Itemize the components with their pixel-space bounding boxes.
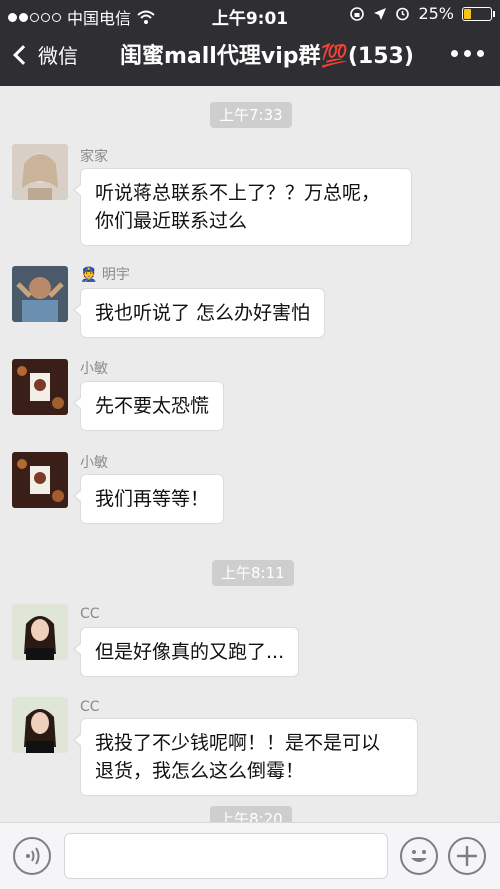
more-dots-icon bbox=[451, 50, 458, 57]
message-bubble[interactable]: 但是好像真的又跑了... bbox=[72, 627, 300, 677]
avatar[interactable] bbox=[12, 359, 68, 415]
more-options-button[interactable] bbox=[451, 50, 484, 57]
message-input[interactable] bbox=[64, 833, 388, 879]
more-functions-button[interactable] bbox=[448, 837, 486, 875]
status-right: 25% bbox=[349, 4, 495, 23]
sender-name: 家家 bbox=[80, 149, 108, 165]
avatar[interactable] bbox=[12, 604, 68, 660]
top-bar: 中国电信 上午9:01 25% 微信 闺蜜mall代理vip群💯(153) bbox=[0, 0, 500, 86]
battery-percent: 25% bbox=[418, 4, 454, 23]
chat-area[interactable]: 上午7:33 家家 听说蒋总联系不上了？？万总呢， 你们最近联系过么 👮 明宇 … bbox=[0, 86, 500, 822]
message-bubble[interactable]: 听说蒋总联系不上了？？万总呢， 你们最近联系过么 bbox=[73, 168, 412, 246]
battery-icon bbox=[462, 6, 495, 21]
sender-name: CC bbox=[80, 699, 100, 715]
nav-bar: 微信 闺蜜mall代理vip群💯(153) bbox=[0, 28, 500, 86]
voice-button[interactable] bbox=[13, 837, 51, 875]
rotation-lock-icon bbox=[350, 6, 365, 21]
avatar[interactable] bbox=[12, 452, 68, 508]
police-emoji-icon: 👮 bbox=[80, 267, 98, 283]
sender-name: 小敏 bbox=[80, 455, 108, 471]
alarm-icon bbox=[396, 7, 410, 21]
location-icon bbox=[374, 7, 387, 20]
message-bubble[interactable]: 我们再等等！ bbox=[72, 474, 225, 524]
back-label: 微信 bbox=[38, 44, 78, 68]
chevron-left-icon bbox=[13, 44, 33, 65]
timestamp: 上午7:33 bbox=[210, 102, 292, 128]
message-bubble[interactable]: 我也听说了 怎么办好害怕 bbox=[72, 288, 326, 338]
plus-icon bbox=[457, 846, 477, 866]
emoji-button[interactable] bbox=[400, 837, 438, 875]
input-bar bbox=[0, 822, 500, 889]
voice-icon bbox=[26, 847, 40, 865]
message-bubble[interactable]: 我投了不少钱呢啊！！是不是可以 退货，我怎么这么倒霉！ bbox=[73, 718, 418, 796]
smiley-icon bbox=[411, 850, 427, 862]
sender-name: 👮 明宇 bbox=[80, 267, 130, 283]
avatar[interactable] bbox=[12, 697, 68, 753]
sender-name: 小敏 bbox=[80, 361, 108, 377]
sender-name: CC bbox=[80, 606, 100, 622]
avatar[interactable] bbox=[12, 144, 68, 200]
chat-title: 闺蜜mall代理vip群💯(153) bbox=[120, 44, 414, 69]
timestamp: 上午8:20 bbox=[210, 806, 292, 822]
timestamp: 上午8:11 bbox=[212, 560, 294, 586]
back-button[interactable]: 微信 bbox=[10, 40, 78, 69]
avatar[interactable] bbox=[12, 266, 68, 322]
status-bar: 中国电信 上午9:01 25% bbox=[0, 0, 500, 29]
message-bubble[interactable]: 先不要太恐慌 bbox=[72, 381, 225, 431]
